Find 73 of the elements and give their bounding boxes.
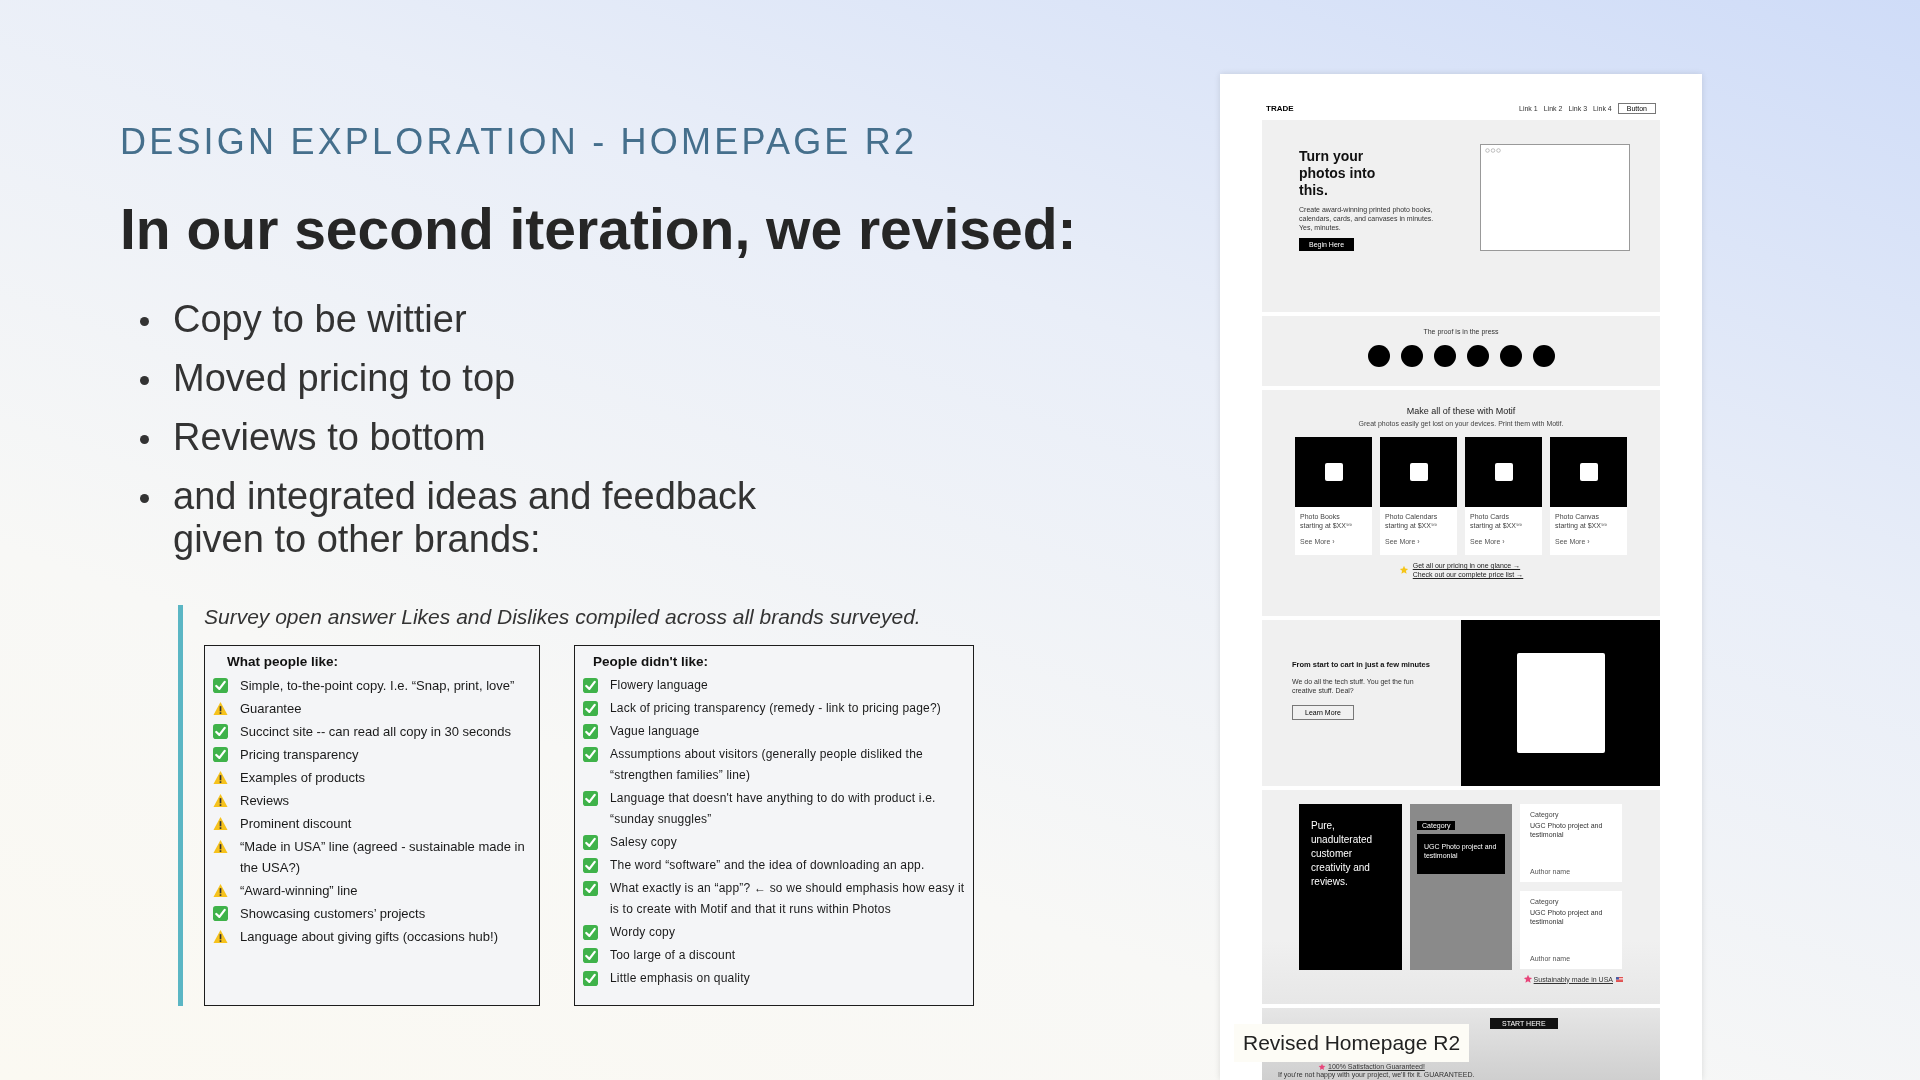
bullet-text: Copy to be wittier [173,298,467,341]
warning-icon [213,770,228,785]
slide-heading: In our second iteration, we revised: [120,196,1078,263]
bullet-icon [140,435,149,444]
checkmark-icon [583,948,598,963]
feedback-item: The word “software” and the idea of downloading an app. [610,857,925,874]
checkmark-icon [583,971,598,986]
press-logo-placeholder [1400,345,1423,367]
press-logo-placeholder [1532,345,1555,367]
star-icon [1318,1063,1326,1071]
survey-caption: Survey open answer Likes and Dislikes compiled across all brands surveyed. [204,605,922,629]
feedback-item: Succinct site -- can read all copy in 30 seconds [240,723,511,741]
hero-title: Turn your photos into this. [1299,148,1377,199]
checkmark-icon [583,835,598,850]
window-dots-icon [1485,148,1501,153]
panel-title: People didn't like: [593,653,709,671]
feedback-item: Flowery language [610,677,708,694]
checkmark-icon [583,701,598,716]
wireframe-caption: Revised Homepage R2 [1234,1024,1470,1062]
warning-icon [213,929,228,944]
bullet-icon [140,317,149,326]
checkmark-icon [583,678,598,693]
star-icon [1398,565,1409,575]
checkmark-icon [583,724,598,739]
feedback-item: “Award-winning” line [240,882,358,900]
bullet-text: and integrated ideas and feedback given to other brands: [173,475,758,561]
products-title: Make all of these with Motif [1406,406,1516,416]
warning-icon [213,839,228,854]
bullet-icon [140,494,149,503]
star-icon [1522,974,1533,984]
feedback-item: Guarantee [240,700,302,718]
checkmark-icon [213,906,228,921]
checkmark-icon [583,925,598,940]
feedback-item: Pricing transparency [240,746,359,764]
checkmark-icon [213,678,228,693]
checkmark-icon [583,881,598,896]
feedback-item: Assumptions about visitors (generally people disliked the “strengthen families” line) [610,746,924,784]
checkmark-icon [583,858,598,873]
feedback-item: Prominent discount [240,815,352,833]
eyebrow-title: DESIGN EXPLORATION - HOMEPAGE R2 [120,120,919,164]
feedback-item: Language that doesn't have anything to do with product i.e. “sunday snuggles” [610,790,937,828]
feedback-item: “Made in USA” line (agreed - sustainable made in the USA?) [240,838,526,877]
feedback-item: Language about giving gifts (occasions hub!) [240,928,498,946]
checkmark-icon [583,791,598,806]
feedback-item: Vague language [610,723,700,740]
warning-icon [213,701,228,716]
press-logo-placeholder [1466,345,1489,367]
feedback-item: Salesy copy [610,834,677,851]
feedback-item: Reviews [240,792,290,810]
reviews-headline: Pure, unadulterated customer creativity and reviews. [1311,819,1374,889]
bullet-text: Moved pricing to top [173,357,516,400]
feedback-item: Little emphasis on quality [610,970,750,987]
feedback-item: Examples of products [240,769,365,787]
checkmark-icon [583,747,598,762]
warning-icon [213,883,228,898]
warning-icon [213,816,228,831]
feedback-item: Simple, to-the-point copy. I.e. “Snap, print, love” [240,677,515,695]
feedback-item: Too large of a discount [610,947,736,964]
feedback-item: Wordy copy [610,924,676,941]
warning-icon [213,793,228,808]
feedback-item: Lack of pricing transparency (remedy - link to pricing page?) [610,700,941,717]
press-logo-placeholder [1499,345,1522,367]
flag-icon [1616,976,1623,982]
checkmark-icon [213,747,228,762]
feedback-item: What exactly is an “app”? ← so we should emphasis how easy it is to create with Motif and that it runs within Photos [610,880,966,918]
logo-text: TRADE [1266,103,1294,113]
feedback-item: Showcasing customers’ projects [240,905,426,923]
panel-title: What people like: [227,653,339,671]
press-logo-placeholder [1433,345,1456,367]
press-logo-placeholder [1367,345,1390,367]
checkmark-icon [213,724,228,739]
bullet-icon [140,376,149,385]
bullet-text: Reviews to bottom [173,416,486,459]
